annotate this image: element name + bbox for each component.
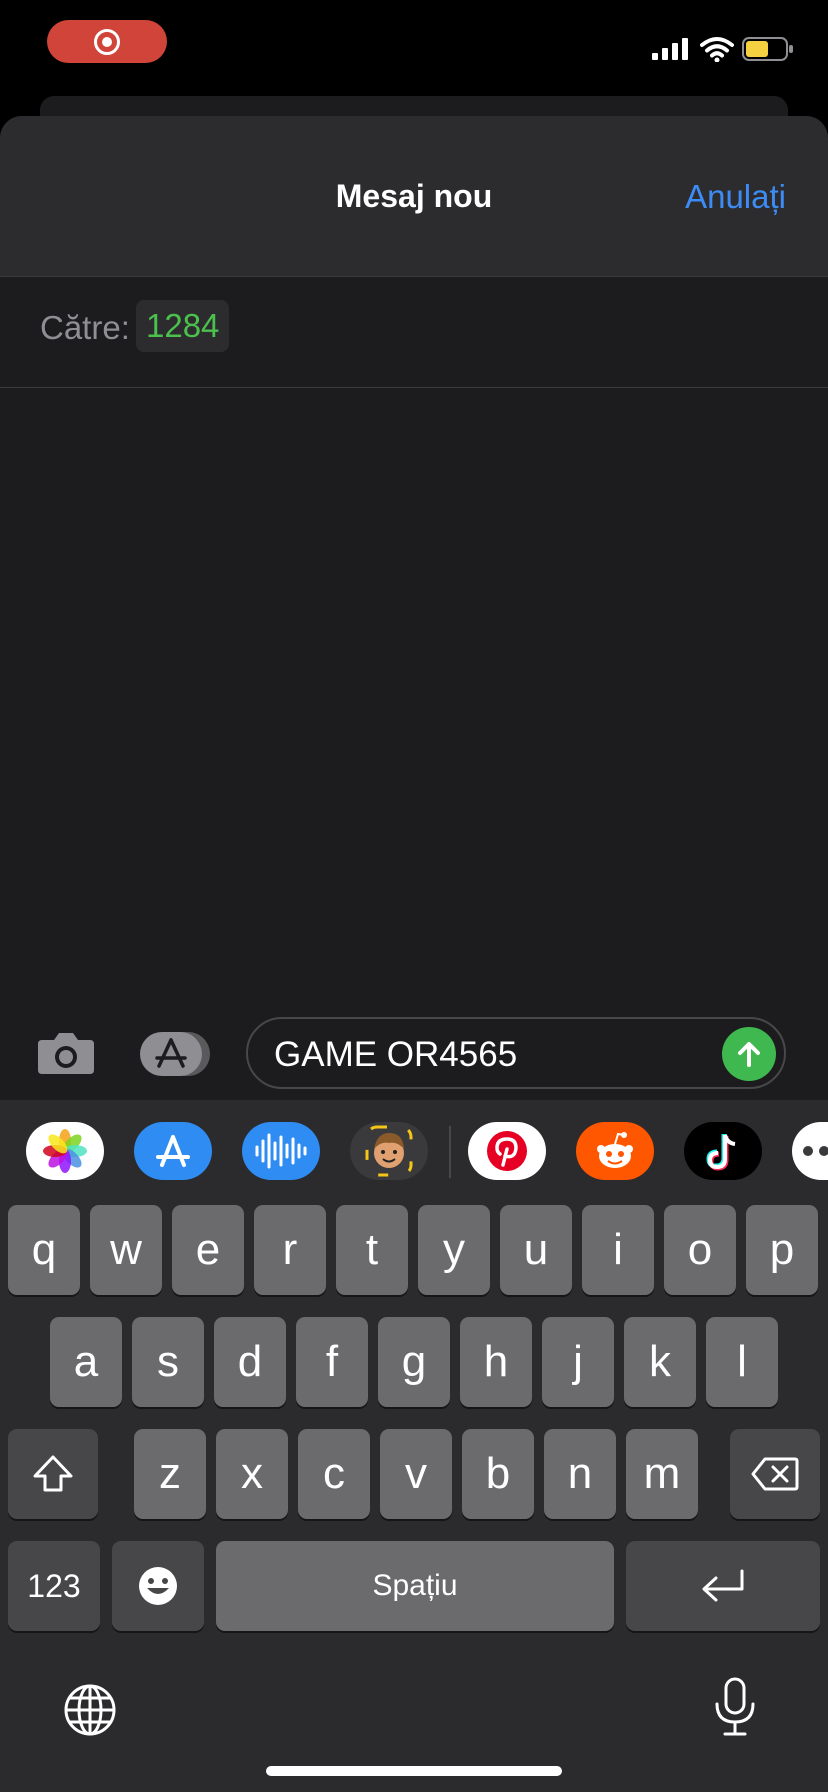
pinterest-icon[interactable] <box>468 1122 546 1180</box>
key-i[interactable]: i <box>582 1205 654 1295</box>
key-z[interactable]: z <box>134 1429 206 1519</box>
key-v[interactable]: v <box>380 1429 452 1519</box>
emoji-key[interactable] <box>112 1541 204 1631</box>
key-n[interactable]: n <box>544 1429 616 1519</box>
recipient-row[interactable]: Către: <box>0 277 828 388</box>
key-w[interactable]: w <box>90 1205 162 1295</box>
key-f[interactable]: f <box>296 1317 368 1407</box>
key-e[interactable]: e <box>172 1205 244 1295</box>
key-u[interactable]: u <box>500 1205 572 1295</box>
recipient-label: Către: <box>40 309 130 346</box>
shift-icon <box>33 1455 73 1492</box>
key-d[interactable]: d <box>214 1317 286 1407</box>
key-l[interactable]: l <box>706 1317 778 1407</box>
record-icon <box>94 28 120 55</box>
message-text: GAME OR4565 <box>274 1035 518 1074</box>
space-key[interactable]: Spațiu <box>216 1541 614 1631</box>
photos-icon[interactable] <box>26 1122 104 1180</box>
key-y[interactable]: y <box>418 1205 490 1295</box>
battery-icon <box>742 37 793 61</box>
key-j[interactable]: j <box>542 1317 614 1407</box>
key-b[interactable]: b <box>462 1429 534 1519</box>
emoji-icon <box>139 1567 177 1605</box>
wifi-icon <box>700 37 734 62</box>
return-key[interactable] <box>626 1541 820 1631</box>
shift-key[interactable] <box>8 1429 98 1519</box>
app-strip-divider <box>449 1126 451 1178</box>
key-a[interactable]: a <box>50 1317 122 1407</box>
backspace-icon <box>751 1457 799 1491</box>
key-o[interactable]: o <box>664 1205 736 1295</box>
delete-key[interactable] <box>730 1429 820 1519</box>
send-button[interactable] <box>722 1027 776 1081</box>
key-x[interactable]: x <box>216 1429 288 1519</box>
app-store-icon[interactable] <box>134 1122 212 1180</box>
globe-icon[interactable] <box>62 1682 118 1738</box>
camera-icon[interactable] <box>36 1030 96 1076</box>
return-icon <box>702 1569 744 1602</box>
audio-message-icon[interactable] <box>242 1122 320 1180</box>
tiktok-icon[interactable] <box>684 1122 762 1180</box>
key-m[interactable]: m <box>626 1429 698 1519</box>
arrow-up-icon <box>738 1042 760 1067</box>
key-g[interactable]: g <box>378 1317 450 1407</box>
key-r[interactable]: r <box>254 1205 326 1295</box>
key-t[interactable]: t <box>336 1205 408 1295</box>
memoji-icon[interactable] <box>350 1122 428 1180</box>
message-input[interactable]: GAME OR4565 <box>246 1017 786 1089</box>
sheet-header: Mesaj nou Anulați <box>0 116 828 277</box>
screen-recording-indicator[interactable] <box>47 20 167 63</box>
microphone-icon[interactable] <box>712 1676 758 1740</box>
numbers-key[interactable]: 123 <box>8 1541 100 1631</box>
cancel-button[interactable]: Anulați <box>685 178 786 216</box>
key-k[interactable]: k <box>624 1317 696 1407</box>
key-q[interactable]: q <box>8 1205 80 1295</box>
recipient-chip[interactable]: 1284 <box>136 300 230 352</box>
key-h[interactable]: h <box>460 1317 532 1407</box>
app-store-button[interactable] <box>138 1030 212 1078</box>
home-indicator <box>266 1766 562 1776</box>
reddit-icon[interactable] <box>576 1122 654 1180</box>
key-s[interactable]: s <box>132 1317 204 1407</box>
key-p[interactable]: p <box>746 1205 818 1295</box>
key-c[interactable]: c <box>298 1429 370 1519</box>
cellular-signal-icon <box>652 38 688 60</box>
